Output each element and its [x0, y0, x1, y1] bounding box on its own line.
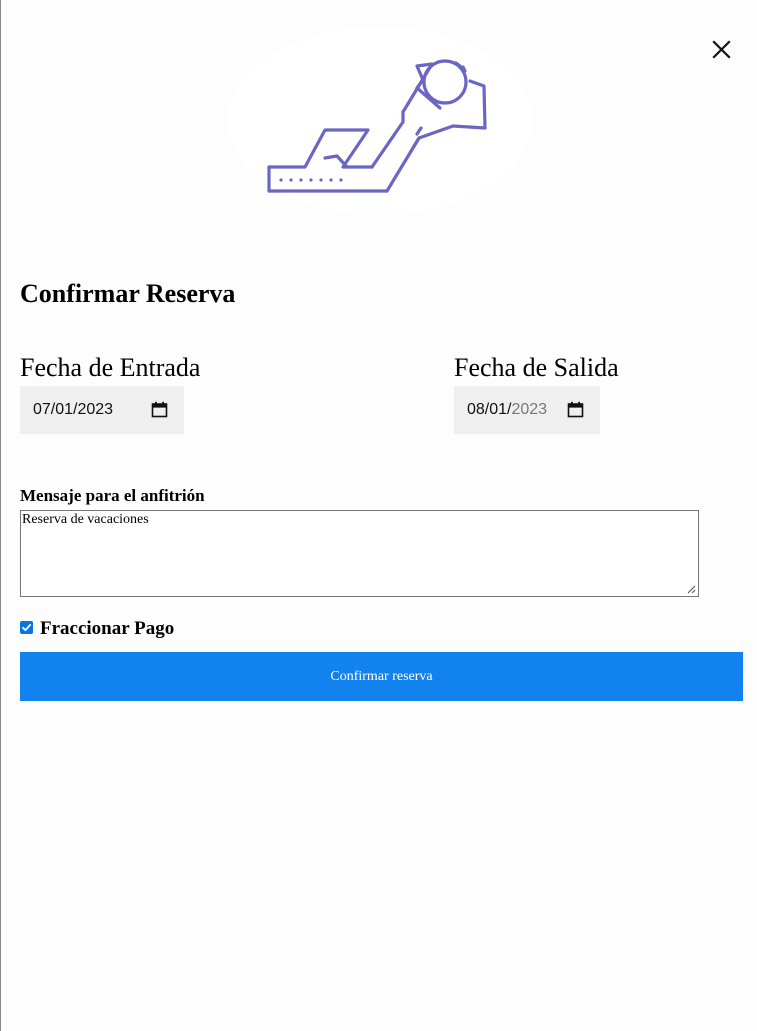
- calendar-icon[interactable]: [151, 401, 168, 418]
- calendar-icon[interactable]: [567, 401, 584, 418]
- host-message-label: Mensaje para el anfitrión: [20, 486, 205, 505]
- page-title: Confirmar Reserva: [20, 279, 236, 308]
- check-out-year: 2023: [511, 401, 548, 418]
- check-out-date-value: 08/01/2023: [467, 401, 547, 419]
- check-in-date-input[interactable]: 07/01/2023: [20, 386, 184, 434]
- check-in-label: Fecha de Entrada: [20, 353, 201, 382]
- resize-handle-icon[interactable]: [686, 584, 696, 594]
- close-icon: [712, 40, 731, 59]
- confirm-reservation-button[interactable]: Confirmar reserva: [20, 652, 743, 701]
- split-payment-checkbox[interactable]: [20, 621, 33, 634]
- relaxing-illustration: [227, 26, 533, 218]
- host-message-value: Reserva de vacaciones: [22, 512, 149, 527]
- check-in-date-value: 07/01/2023: [33, 401, 114, 418]
- host-message-textarea[interactable]: Reserva de vacaciones: [20, 510, 699, 597]
- split-payment-label[interactable]: Fraccionar Pago: [40, 618, 174, 640]
- close-button[interactable]: [707, 35, 737, 65]
- check-out-label: Fecha de Salida: [454, 353, 619, 382]
- person-relaxing-on-lounger-icon: [228, 27, 532, 215]
- check-out-month-day: 08/01/: [467, 401, 512, 418]
- checkmark-icon: [22, 623, 32, 632]
- check-out-date-input[interactable]: 08/01/2023: [454, 386, 600, 434]
- reservation-modal: Confirmar Reserva Fecha de Entrada Fecha…: [0, 0, 757, 1031]
